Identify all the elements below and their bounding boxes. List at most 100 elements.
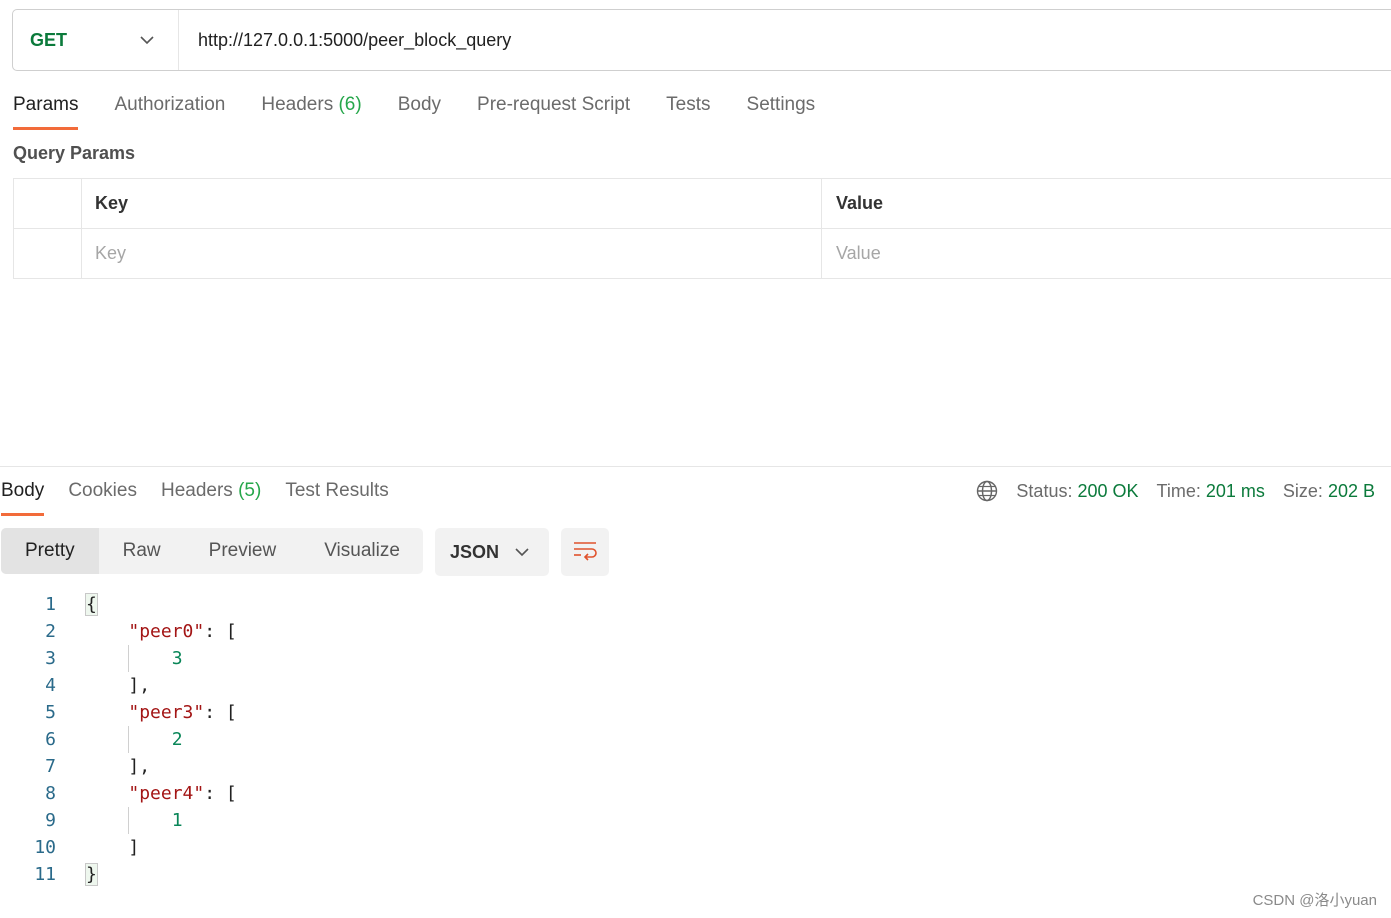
status-label: Status: (1016, 480, 1073, 501)
line-number: 5 (45, 702, 56, 723)
method-label: GET (30, 29, 68, 50)
code-line: 7 ], (0, 753, 237, 780)
code-line: 4 ], (0, 672, 237, 699)
size-stat[interactable]: Size: 202 B (1283, 481, 1375, 502)
code-line: 3 3 (0, 645, 237, 672)
tab-tests[interactable]: Tests (666, 90, 710, 130)
json-punct: : [ (204, 621, 237, 642)
tab-pre-request-script[interactable]: Pre-request Script (477, 90, 630, 130)
brace: { (85, 593, 98, 616)
wrap-lines-icon (572, 539, 598, 566)
tab-label: Body (1, 480, 45, 501)
tab-label: Headers (160, 480, 233, 501)
code-text: } (85, 861, 98, 888)
key-column-header: Key (81, 179, 821, 228)
brace: } (85, 863, 98, 886)
value-column-header: Value (821, 179, 1391, 228)
line-number: 3 (45, 648, 56, 669)
size-label: Size: (1282, 480, 1323, 501)
json-key: "peer0" (128, 621, 205, 642)
status-stat[interactable]: Status: 200 OK (1016, 481, 1138, 502)
tab-body[interactable]: Body (398, 90, 441, 130)
tab-settings[interactable]: Settings (747, 90, 816, 130)
tab-headers[interactable]: Headers (6) (261, 90, 361, 130)
code-line: 11} (0, 861, 237, 888)
line-number: 1 (45, 594, 56, 615)
code-text: 3 (85, 645, 183, 672)
code-line: 10 ] (0, 834, 237, 861)
view-mode-selector: Pretty Raw Preview Visualize (1, 528, 423, 574)
code-text: ] (85, 834, 139, 861)
tab-cookies[interactable]: Cookies (68, 476, 137, 516)
code-line: 2 "peer0": [ (0, 618, 237, 645)
code-line: 6 2 (0, 726, 237, 753)
line-number: 7 (45, 756, 56, 777)
time-label: Time: (1156, 480, 1201, 501)
tab-label: Settings (746, 94, 816, 115)
param-checkbox-cell (13, 229, 81, 278)
view-visualize[interactable]: Visualize (300, 528, 424, 574)
code-text: 1 (85, 807, 183, 834)
line-number: 4 (45, 675, 56, 696)
line-number: 9 (45, 810, 56, 831)
tab-count: (5) (238, 480, 262, 501)
json-number: 2 (171, 729, 183, 750)
request-tabs: Params Authorization Headers (6) Body Pr… (13, 90, 851, 130)
code-line: 9 1 (0, 807, 237, 834)
tab-label: Test Results (285, 480, 389, 501)
method-select[interactable]: GET (13, 10, 179, 70)
param-key-input[interactable]: Key (81, 229, 821, 278)
tab-label: Headers (261, 94, 334, 115)
json-key: "peer3" (128, 702, 205, 723)
time-stat[interactable]: Time: 201 ms (1157, 481, 1265, 502)
tab-label: Cookies (68, 480, 137, 501)
params-header-row: Key Value (13, 179, 1391, 229)
tab-count: (6) (338, 94, 362, 115)
code-text: ], (85, 753, 150, 780)
tab-response-headers[interactable]: Headers (5) (161, 476, 261, 516)
view-preview[interactable]: Preview (185, 528, 301, 574)
view-pretty[interactable]: Pretty (1, 528, 99, 574)
tab-label: Authorization (114, 94, 226, 115)
globe-icon[interactable] (976, 480, 998, 502)
json-punct: ], (128, 756, 151, 777)
tab-test-results[interactable]: Test Results (285, 476, 388, 516)
time-value: 201 ms (1205, 480, 1265, 501)
params-table: Key Value Key Value (13, 178, 1391, 279)
line-number: 10 (34, 837, 56, 858)
response-body-code[interactable]: 1{ 2 "peer0": [ 3 3 4 ], 5 "peer3": [ 6 … (0, 591, 237, 888)
tab-response-body[interactable]: Body (1, 476, 45, 516)
tab-label: Params (13, 94, 79, 115)
chevron-down-icon (515, 545, 529, 559)
tab-label: Tests (666, 94, 711, 115)
code-line: 5 "peer3": [ (0, 699, 237, 726)
json-punct: : [ (204, 702, 237, 723)
response-status: Status: 200 OK Time: 201 ms Size: 202 B (976, 480, 1375, 502)
response-tabs: Body Cookies Headers (5) Test Results (1, 476, 413, 516)
view-raw[interactable]: Raw (99, 528, 185, 574)
param-value-input[interactable]: Value (821, 229, 1391, 278)
url-input[interactable] (179, 10, 1391, 70)
pane-divider[interactable] (0, 466, 1391, 467)
json-punct: ], (128, 675, 151, 696)
params-row: Key Value (13, 229, 1391, 279)
tab-label: Body (397, 94, 442, 115)
line-number: 6 (45, 729, 56, 750)
line-number: 8 (45, 783, 56, 804)
query-params-title: Query Params (13, 143, 136, 163)
json-number: 3 (171, 648, 183, 669)
checkbox-column-header (13, 179, 81, 228)
json-punct: ] (128, 837, 140, 858)
json-punct: : [ (204, 783, 237, 804)
code-text: "peer3": [ (85, 699, 237, 726)
request-bar: GET (12, 9, 1391, 71)
format-select[interactable]: JSON (435, 528, 549, 576)
size-value: 202 B (1327, 480, 1375, 501)
tab-authorization[interactable]: Authorization (114, 90, 225, 130)
wrap-lines-button[interactable] (561, 528, 609, 576)
chevron-down-icon (140, 33, 154, 47)
code-line: 8 "peer4": [ (0, 780, 237, 807)
code-text: "peer0": [ (85, 618, 237, 645)
tab-params[interactable]: Params (13, 90, 79, 130)
code-line: 1{ (0, 591, 237, 618)
